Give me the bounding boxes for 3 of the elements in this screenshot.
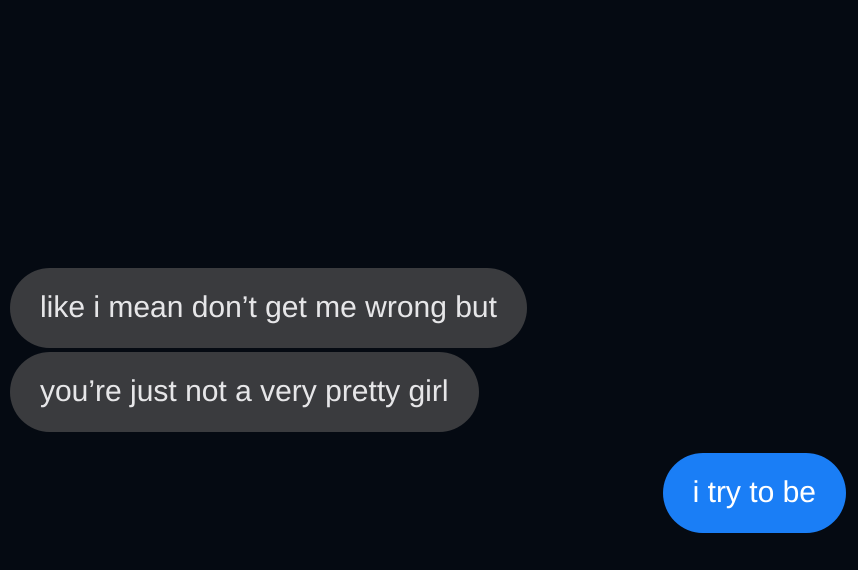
sent-message: i try to be [662, 453, 846, 533]
received-message: like i mean don’t get me wrong but [10, 268, 527, 348]
received-message: you’re just not a very pretty girl [10, 352, 479, 432]
